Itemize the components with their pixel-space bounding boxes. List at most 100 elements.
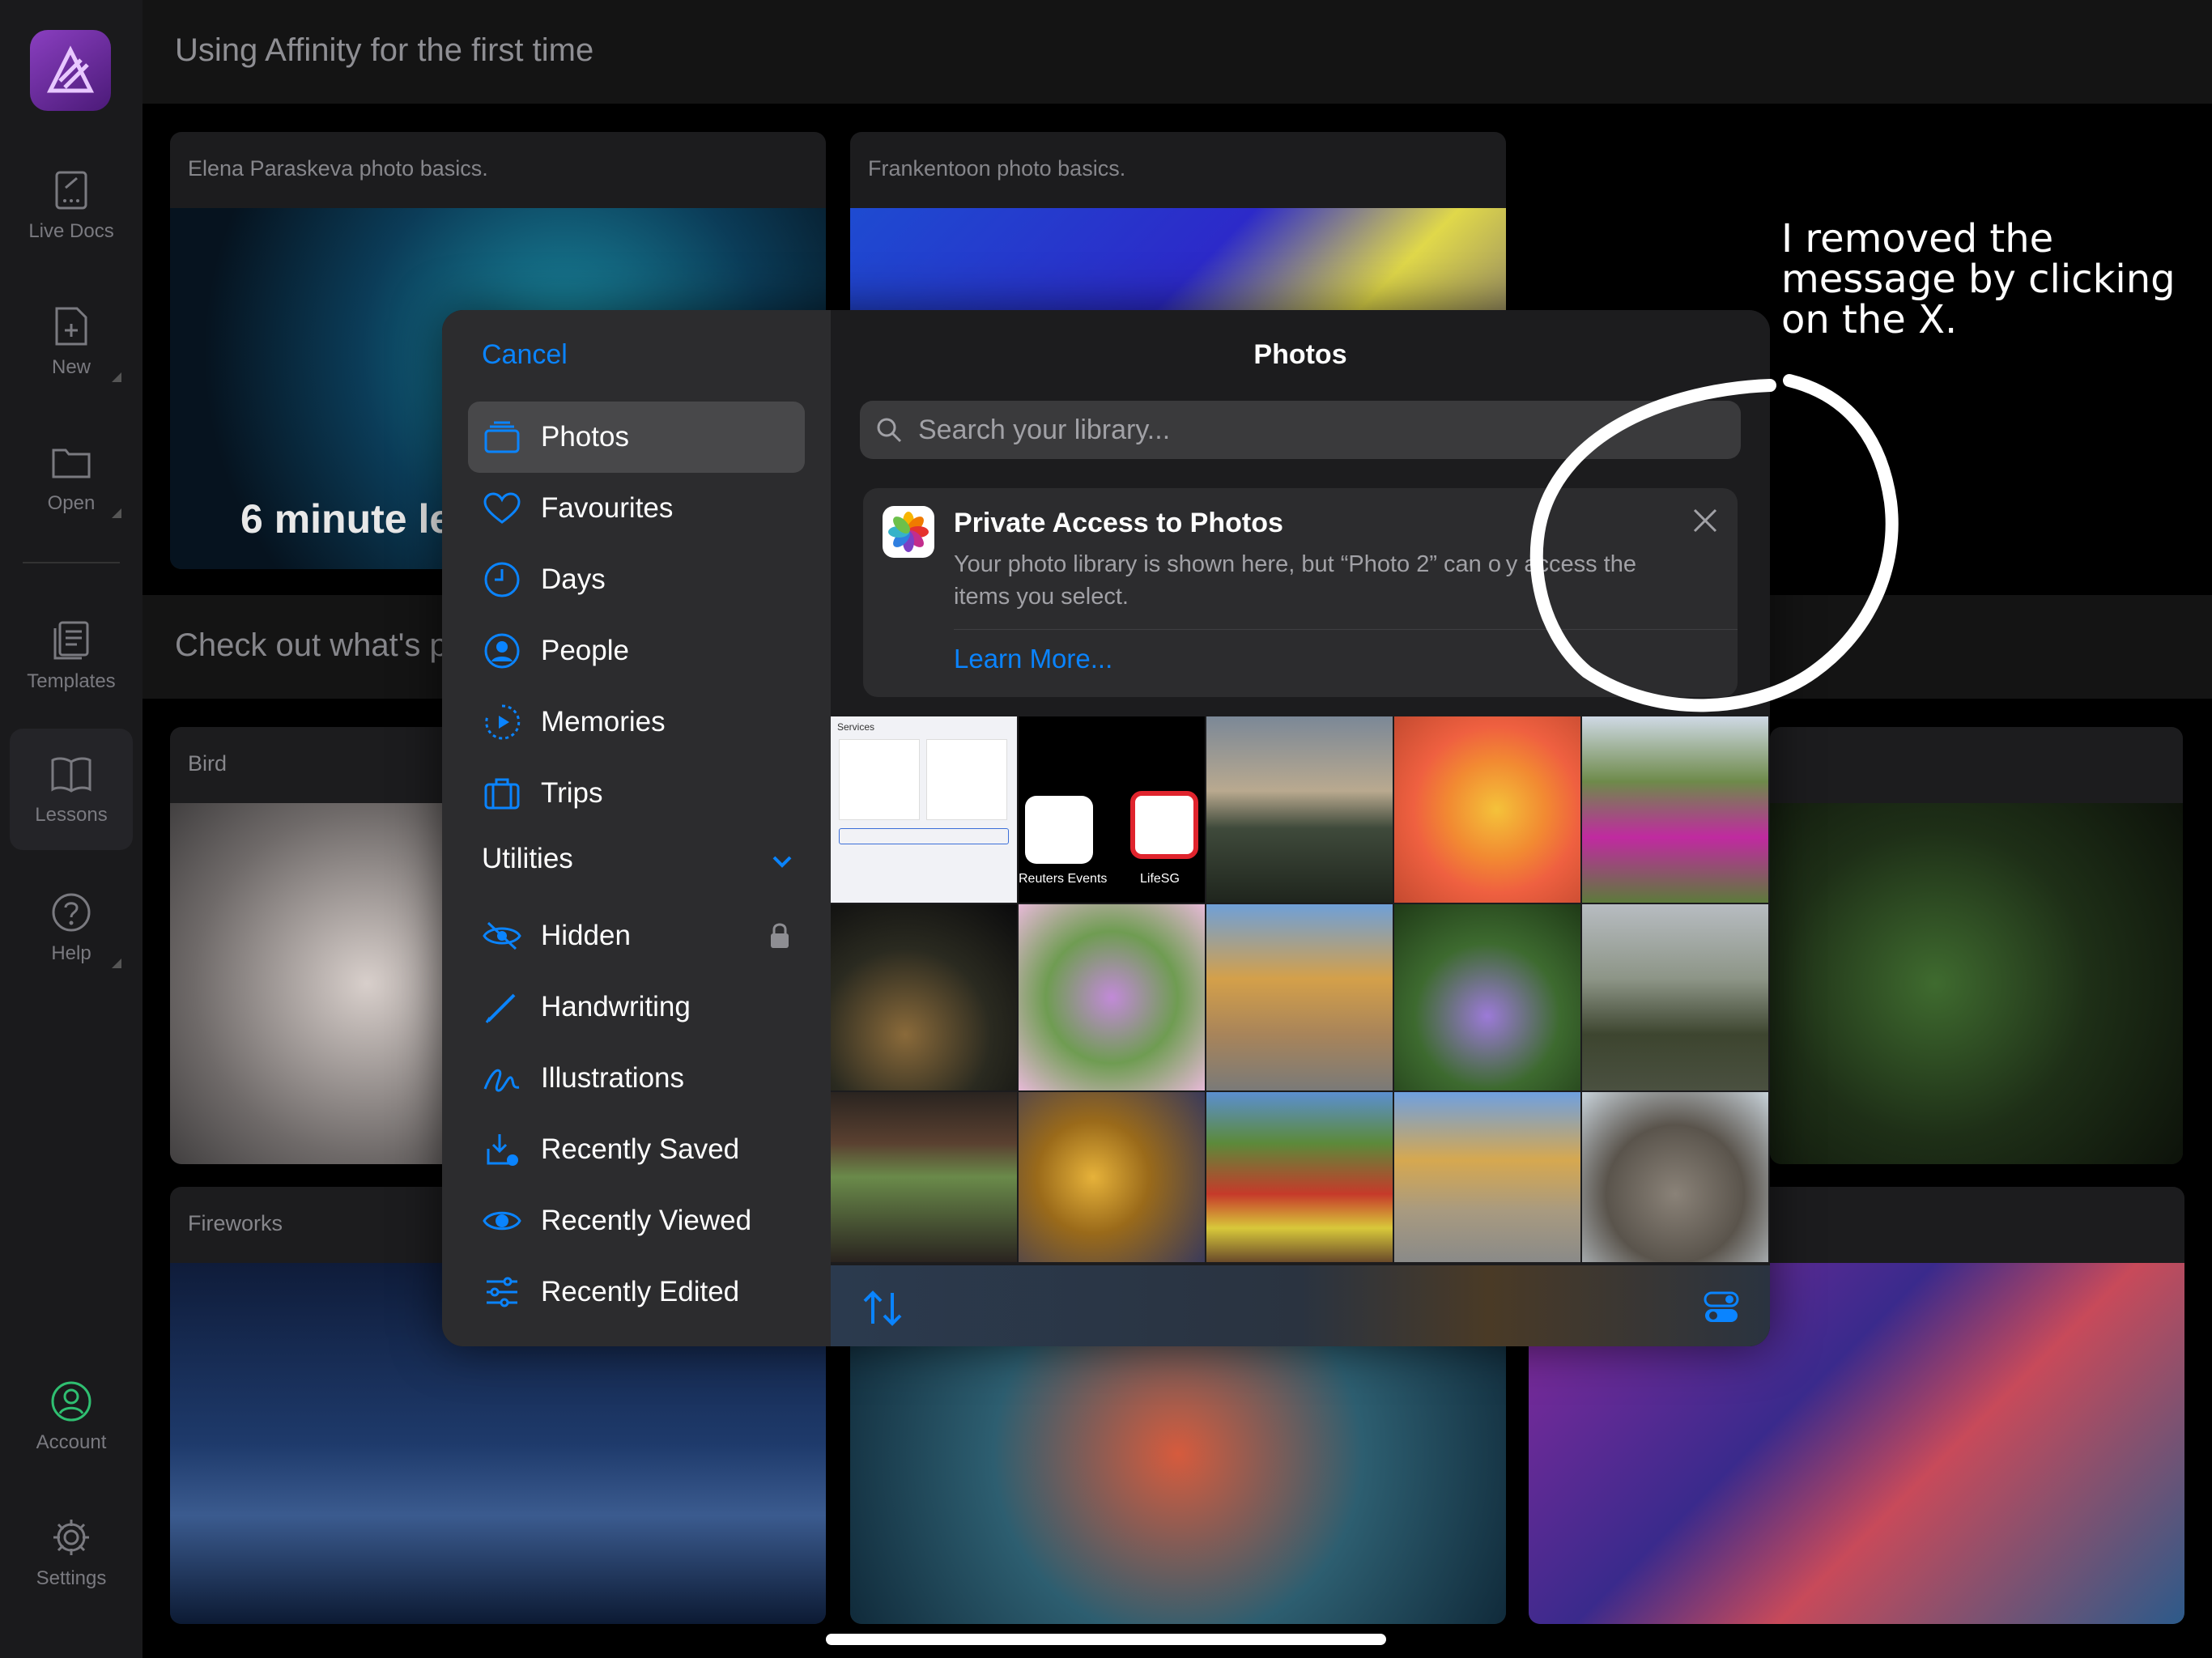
- photo-thumbnail[interactable]: [1019, 904, 1205, 1090]
- folder-icon: [49, 440, 93, 484]
- pencil-icon: [481, 986, 523, 1028]
- rail-templates[interactable]: Templates: [0, 599, 143, 712]
- private-access-notice: Private Access to Photos Your photo libr…: [863, 488, 1738, 697]
- sidebar-item-photos[interactable]: Photos: [468, 402, 805, 473]
- photo-thumbnail[interactable]: [1206, 716, 1393, 903]
- rail-lessons[interactable]: Lessons: [10, 729, 133, 850]
- rail-label: New: [51, 356, 91, 378]
- expand-corner-icon: [112, 508, 121, 518]
- search-field[interactable]: Search your library...: [860, 401, 1741, 459]
- sidebar-item-people[interactable]: People: [468, 615, 805, 687]
- sliders-icon: [481, 1271, 523, 1313]
- app-sidebar: Live Docs New Open Templates Lessons Hel…: [0, 0, 143, 1658]
- search-input[interactable]: Search your library...: [918, 414, 1170, 446]
- download-tray-icon: [481, 1129, 523, 1171]
- photo-thumbnail[interactable]: [1582, 716, 1768, 903]
- sidebar-item-label: Favourites: [541, 492, 674, 524]
- section-title: Check out what's p: [175, 627, 448, 663]
- notice-title: Private Access to Photos: [954, 508, 1283, 538]
- book-icon: [49, 752, 93, 796]
- person-circle-icon: [481, 630, 523, 672]
- photo-thumbnail[interactable]: [1394, 1092, 1580, 1262]
- notice-body: Your photo library is shown here, but “P…: [954, 551, 1636, 610]
- page-title: Using Affinity for the first time: [175, 32, 594, 68]
- photo-thumbnail[interactable]: Services: [831, 716, 1017, 903]
- expand-corner-icon: [112, 372, 121, 382]
- affinity-logo-icon[interactable]: [30, 30, 111, 111]
- lock-icon: [768, 920, 792, 952]
- lesson-card[interactable]: [1770, 727, 2183, 1164]
- sidebar-item-favourites[interactable]: Favourites: [468, 473, 805, 544]
- learn-more-link[interactable]: Learn More...: [954, 644, 1112, 674]
- expand-corner-icon: [112, 959, 121, 968]
- rail-settings[interactable]: Settings: [0, 1496, 143, 1609]
- utilities-header[interactable]: Utilities: [482, 843, 573, 875]
- close-icon[interactable]: [1687, 503, 1723, 538]
- photo-picker-sheet: Cancel Photos Favourites Days People Mem…: [442, 310, 1770, 1346]
- rail-label: Settings: [36, 1567, 107, 1589]
- rail-label: Help: [51, 942, 91, 964]
- sidebar-item-days[interactable]: Days: [468, 544, 805, 615]
- sidebar-item-label: Days: [541, 563, 606, 595]
- sidebar-item-illustrations[interactable]: Illustrations: [468, 1043, 805, 1114]
- scribble-icon: [481, 1057, 523, 1099]
- sidebar-item-memories[interactable]: Memories: [468, 687, 805, 758]
- sidebar-item-label: Recently Edited: [541, 1276, 740, 1307]
- sidebar-item-recently-viewed[interactable]: Recently Viewed: [468, 1185, 805, 1256]
- photo-thumbnail[interactable]: [1582, 1092, 1768, 1262]
- sort-icon[interactable]: [860, 1288, 905, 1329]
- search-icon: [873, 414, 905, 446]
- eye-slash-icon: [481, 915, 523, 957]
- rail-divider: [23, 562, 120, 563]
- card-caption: Fireworks: [188, 1211, 283, 1235]
- picker-sidebar: Cancel Photos Favourites Days People Mem…: [442, 310, 831, 1346]
- rail-live-docs[interactable]: Live Docs: [0, 149, 143, 262]
- photo-thumbnail[interactable]: [1394, 716, 1580, 903]
- rail-label: Account: [36, 1431, 107, 1453]
- photo-thumbnail[interactable]: [1206, 904, 1393, 1090]
- photos-stack-icon: [481, 416, 523, 458]
- sidebar-item-label: Hidden: [541, 920, 631, 951]
- picker-content: Photos Search your library... Private Ac…: [831, 310, 1770, 1346]
- thumb-caption: Services: [837, 721, 875, 733]
- rail-label: Templates: [27, 670, 116, 692]
- clock-icon: [481, 559, 523, 601]
- new-document-icon: [49, 304, 93, 348]
- sidebar-item-recently-saved[interactable]: Recently Saved: [468, 1114, 805, 1185]
- toggle-options-icon[interactable]: [1702, 1288, 1741, 1327]
- gear-icon: [49, 1516, 93, 1559]
- home-indicator: [826, 1634, 1386, 1645]
- sidebar-item-label: People: [541, 635, 629, 666]
- card-caption: Elena Paraskeva photo basics.: [188, 156, 488, 181]
- sidebar-item-handwriting[interactable]: Handwriting: [468, 971, 805, 1043]
- rail-help[interactable]: Help: [0, 871, 143, 984]
- picker-toolbar: [831, 1265, 1770, 1346]
- annotation-text: I removed the message by clicking on the…: [1781, 216, 2176, 342]
- sidebar-item-label: Photos: [541, 421, 629, 453]
- card-caption: Frankentoon photo basics.: [868, 156, 1126, 181]
- sidebar-item-recently-edited[interactable]: Recently Edited: [468, 1256, 805, 1328]
- photo-thumbnail[interactable]: [1206, 1092, 1393, 1262]
- question-icon: [49, 891, 93, 934]
- lessons-header: Using Affinity for the first time: [143, 0, 2212, 104]
- eye-icon: [481, 1200, 523, 1242]
- account-icon: [49, 1380, 93, 1423]
- rail-new[interactable]: New: [0, 285, 143, 398]
- rail-label: Live Docs: [28, 220, 114, 242]
- rail-account[interactable]: Account: [0, 1360, 143, 1473]
- templates-icon: [49, 619, 93, 662]
- photo-thumbnail[interactable]: [1019, 1092, 1205, 1262]
- rail-open[interactable]: Open: [0, 421, 143, 534]
- sidebar-item-label: Handwriting: [541, 991, 691, 1022]
- card-caption: Bird: [188, 751, 228, 776]
- memories-play-icon: [481, 701, 523, 743]
- sidebar-item-hidden[interactable]: Hidden: [468, 900, 805, 971]
- photo-thumbnail[interactable]: Reuters Events LifeSG: [1019, 716, 1205, 903]
- photo-thumbnail[interactable]: [831, 904, 1017, 1090]
- photo-thumbnail[interactable]: [1394, 904, 1580, 1090]
- cancel-button[interactable]: Cancel: [482, 339, 568, 371]
- photo-thumbnail[interactable]: [831, 1092, 1017, 1262]
- sidebar-item-trips[interactable]: Trips: [468, 758, 805, 829]
- chevron-down-icon[interactable]: [766, 846, 798, 878]
- photo-thumbnail[interactable]: [1582, 904, 1768, 1090]
